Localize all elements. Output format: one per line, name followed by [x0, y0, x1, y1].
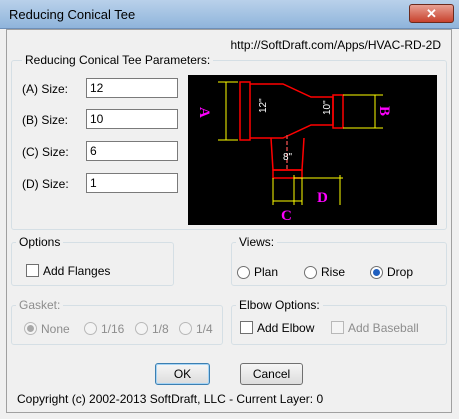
views-label: Views:	[236, 235, 278, 249]
add-elbow-checkbox[interactable]	[240, 321, 253, 334]
window-title: Reducing Conical Tee	[9, 7, 136, 22]
add-baseball-checkbox[interactable]	[331, 321, 344, 334]
size-c-label: (C) Size:	[22, 145, 69, 159]
ok-button[interactable]: OK	[155, 363, 210, 385]
view-drop-label[interactable]: Drop	[387, 265, 413, 279]
gasket-1-16-label[interactable]: 1/16	[101, 322, 124, 336]
dim-8-label: 8"	[283, 152, 293, 163]
gasket-none-label[interactable]: None	[41, 322, 70, 336]
size-d-label: (D) Size:	[22, 177, 69, 191]
close-icon: ✕	[426, 6, 437, 21]
label-b: B	[376, 106, 392, 116]
label-c: C	[281, 208, 292, 224]
views-group: Views:	[231, 235, 447, 286]
view-plan-label[interactable]: Plan	[254, 265, 278, 279]
gasket-1-8-label[interactable]: 1/8	[152, 322, 169, 336]
size-a-input[interactable]: 12	[86, 78, 178, 98]
view-rise-label[interactable]: Rise	[321, 265, 345, 279]
dimension-lines	[218, 81, 383, 205]
options-label: Options	[16, 235, 64, 249]
tee-diagram: A B C D 12" 10" 8"	[188, 75, 437, 225]
tee-drawing: A B C D 12" 10" 8"	[196, 81, 392, 224]
cancel-button[interactable]: Cancel	[240, 363, 303, 385]
parameters-label: Reducing Conical Tee Parameters:	[22, 53, 214, 67]
close-button[interactable]: ✕	[409, 4, 454, 23]
view-rise-radio[interactable]	[304, 266, 317, 279]
view-plan-radio[interactable]	[237, 266, 250, 279]
gasket-1-8-radio[interactable]	[135, 322, 148, 335]
gasket-label: Gasket:	[16, 298, 64, 312]
add-flanges-checkbox[interactable]	[26, 264, 39, 277]
dim-12-label: 12"	[258, 98, 269, 113]
add-flanges-label[interactable]: Add Flanges	[43, 264, 110, 278]
label-a: A	[196, 107, 212, 118]
dim-10-label: 10"	[322, 100, 333, 115]
size-b-label: (B) Size:	[22, 113, 69, 127]
dialog-body: http://SoftDraft.com/Apps/HVAC-RD-2D Red…	[6, 29, 452, 413]
gasket-1-16-radio[interactable]	[84, 322, 97, 335]
elbow-options-label: Elbow Options:	[236, 298, 323, 312]
label-d: D	[317, 190, 328, 206]
gasket-none-radio[interactable]	[24, 322, 37, 335]
url-text: http://SoftDraft.com/Apps/HVAC-RD-2D	[230, 38, 441, 52]
view-drop-radio[interactable]	[370, 266, 383, 279]
add-baseball-label[interactable]: Add Baseball	[348, 321, 419, 335]
size-b-input[interactable]: 10	[86, 109, 178, 129]
gasket-1-4-radio[interactable]	[179, 322, 192, 335]
copyright-status: Copyright (c) 2002-2013 SoftDraft, LLC -…	[17, 392, 324, 406]
tee-body	[239, 81, 344, 179]
size-d-input[interactable]: 1	[86, 173, 178, 193]
add-elbow-label[interactable]: Add Elbow	[257, 321, 314, 335]
gasket-1-4-label[interactable]: 1/4	[196, 322, 213, 336]
size-a-label: (A) Size:	[22, 82, 69, 96]
size-c-input[interactable]: 6	[86, 141, 178, 161]
title-bar: Reducing Conical Tee ✕	[0, 0, 459, 29]
